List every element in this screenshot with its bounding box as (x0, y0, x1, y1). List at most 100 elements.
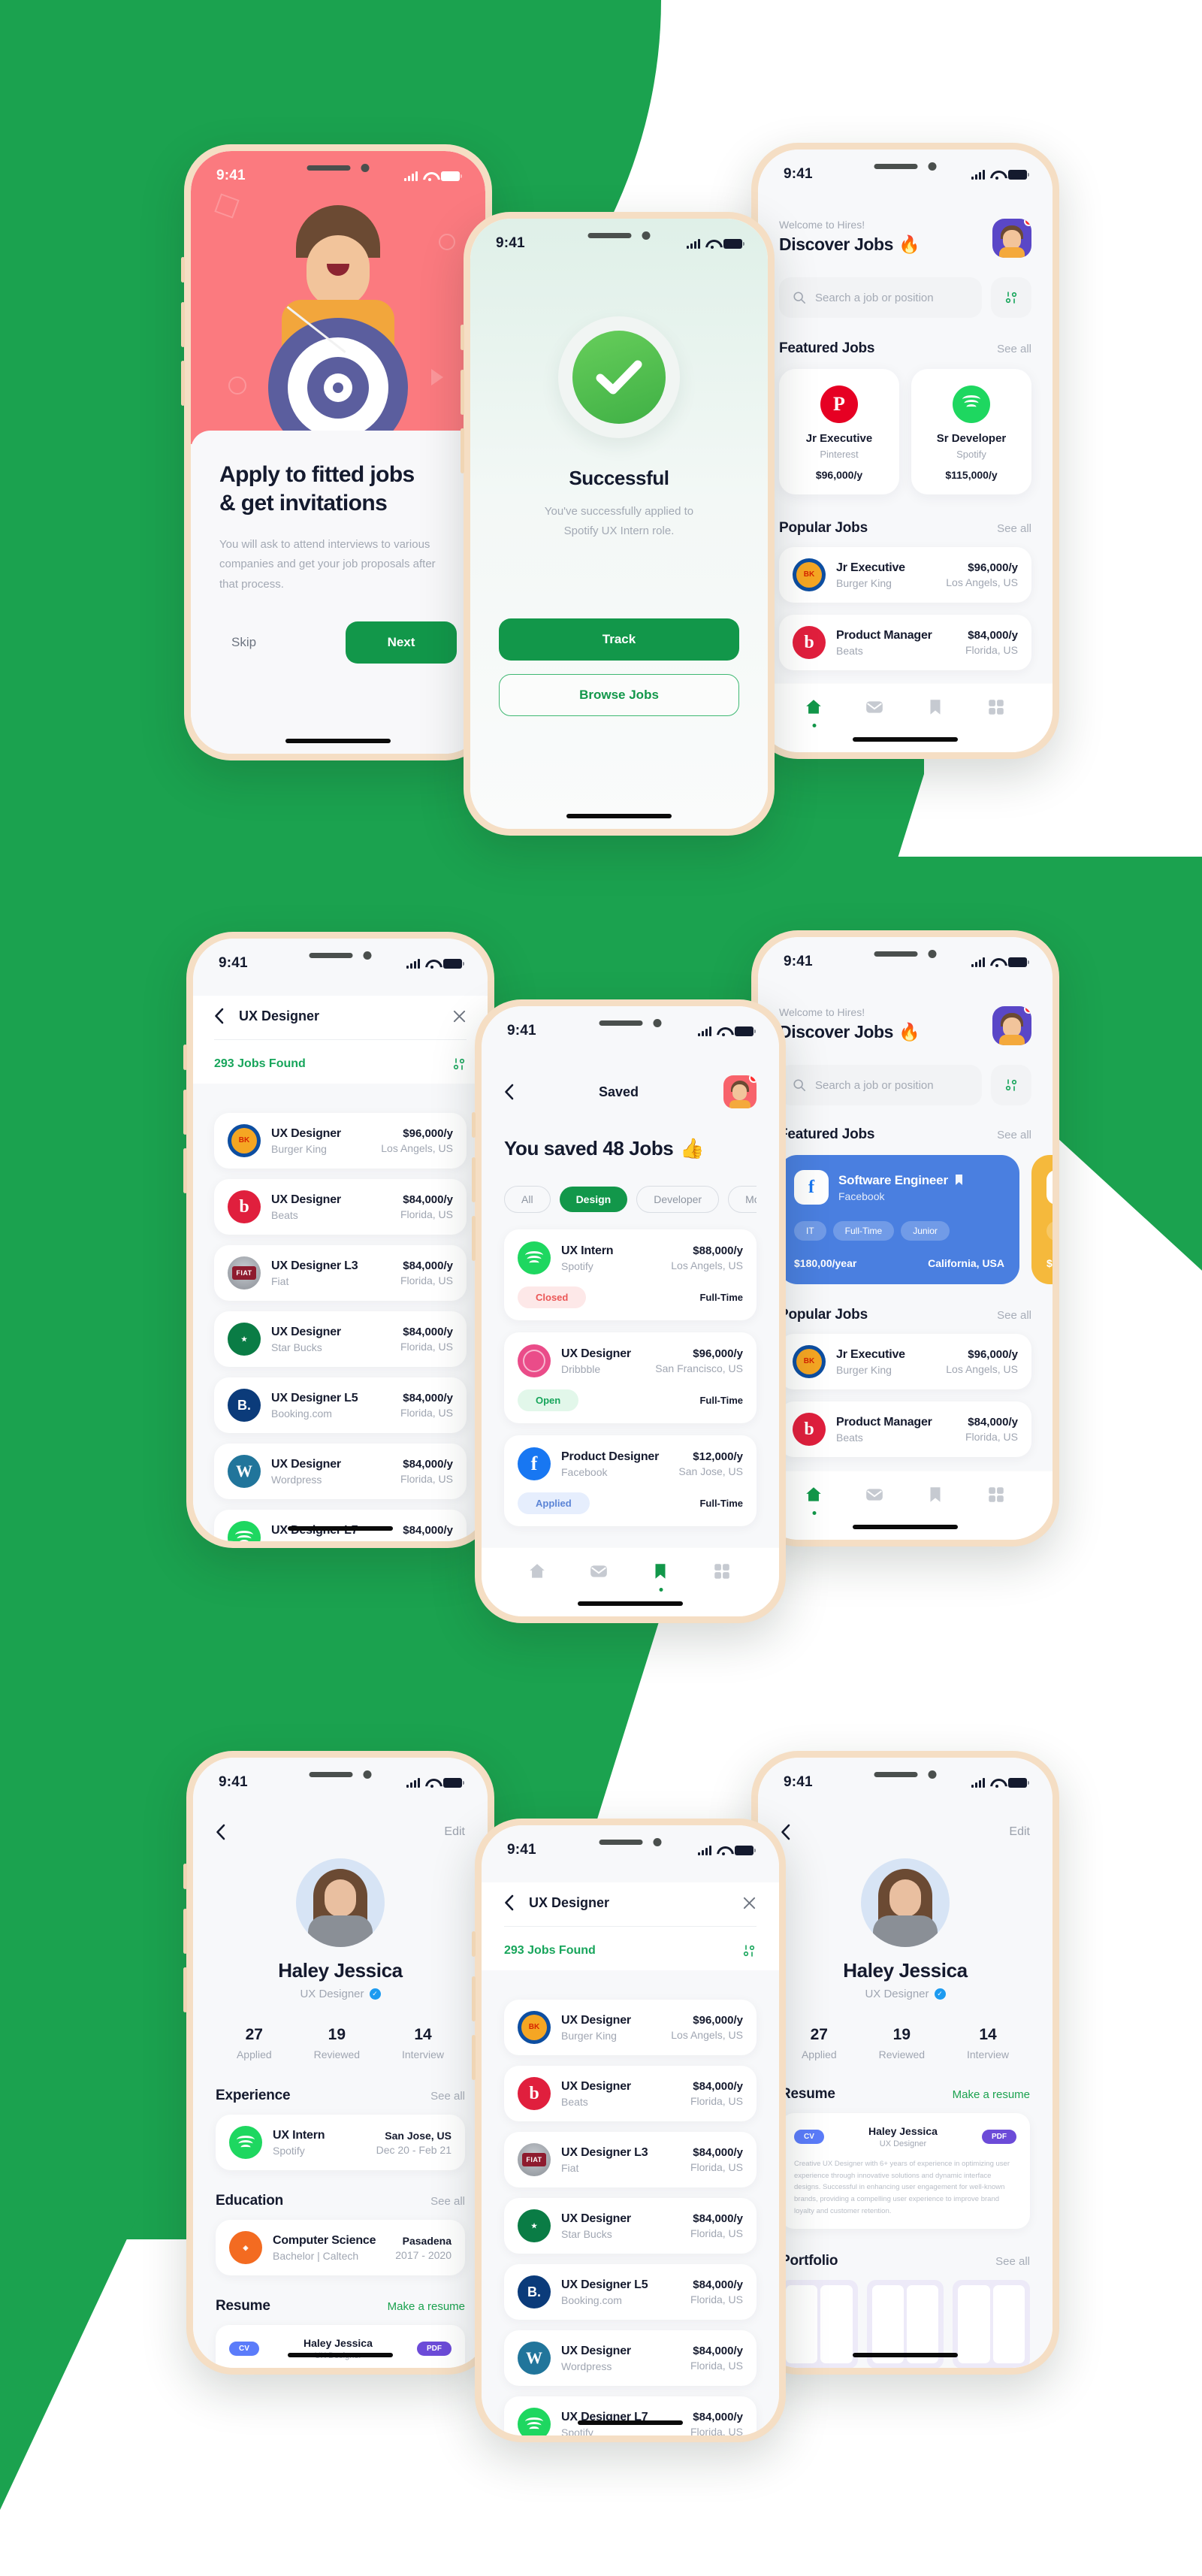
education-see-all[interactable]: See all (430, 2195, 465, 2208)
back-icon[interactable] (216, 1824, 225, 1840)
job-pay: $96,000/y (403, 1127, 453, 1140)
tab-home[interactable] (804, 697, 825, 727)
welcome-text: Welcome to Hires! (779, 219, 865, 231)
browse-jobs-button[interactable]: Browse Jobs (499, 674, 739, 716)
job-list-item[interactable]: FIAT UX Designer L3 Fiat $84,000/y Florida… (504, 2132, 757, 2187)
job-list-item[interactable]: BK Jr Executive Burger King $96,000/y Lo… (779, 547, 1031, 603)
tab-saved[interactable] (926, 1485, 947, 1506)
avatar[interactable] (723, 1075, 757, 1108)
filter-button[interactable] (991, 277, 1031, 318)
job-list-item[interactable]: B. UX Designer L5 Booking.com $84,000/y Fl… (504, 2264, 757, 2320)
job-list-item[interactable]: ★ UX Designer Star Bucks $84,000/y Florida… (504, 2198, 757, 2254)
battery-icon (443, 1777, 464, 1788)
page-title: Discover Jobs (779, 234, 894, 254)
job-tag: Full-Time (832, 1221, 895, 1241)
portfolio-item[interactable] (953, 2280, 1031, 2368)
back-icon[interactable] (504, 1084, 514, 1100)
notch (554, 219, 685, 241)
tab-home[interactable] (804, 1485, 825, 1515)
portfolio-item[interactable] (781, 2280, 858, 2368)
job-list-item[interactable]: ★ UX Designer Star Bucks $84,000/y Florida… (214, 1311, 467, 1367)
job-company: Spotify (561, 1259, 593, 1272)
job-list-item[interactable]: W UX Designer Wordpress $84,000/y Florida,… (504, 2330, 757, 2386)
job-pay: $84,000/y (403, 1259, 453, 1272)
tab-more[interactable] (712, 1562, 733, 1583)
job-list-item[interactable]: BK Jr Executive Burger King $96,000/y Los … (779, 1334, 1031, 1389)
experience-see-all[interactable]: See all (430, 2090, 465, 2103)
resume-card[interactable]: CV Haley Jessica UX Designer PDF Creativ… (216, 2325, 465, 2368)
avatar[interactable] (992, 219, 1031, 258)
filter-chip-design[interactable]: Design (559, 1187, 628, 1212)
job-location: San Jose, US (678, 1465, 743, 1477)
tab-messages[interactable] (865, 697, 886, 718)
skip-button[interactable]: Skip (219, 627, 268, 658)
filter-chip-all[interactable]: All (504, 1186, 551, 1213)
featured-big-card[interactable]: G Designer Google Design $160,00/year (1031, 1155, 1053, 1284)
job-list-item[interactable]: B. UX Designer L5 Booking.com $84,000/y Fl… (214, 1377, 467, 1433)
job-company: Star Bucks (271, 1341, 322, 1353)
back-icon[interactable] (504, 1894, 514, 1911)
saved-job-card[interactable]: f Product Designer Facebook $12,000/y San … (504, 1435, 757, 1526)
job-list-item[interactable]: b Product Manager Beats $84,000/y Florid… (779, 615, 1031, 670)
featured-job-card[interactable]: P Jr Executive Pinterest $96,000/y (779, 369, 899, 494)
signal-icon (406, 958, 420, 969)
filter-chip-developer[interactable]: Developer (636, 1186, 720, 1213)
job-list-item[interactable]: b UX Designer Beats $84,000/y Florida, US (214, 1179, 467, 1235)
back-icon[interactable] (781, 1824, 790, 1840)
filter-button[interactable] (991, 1065, 1031, 1105)
featured-job-pay: $160,00/year (1046, 1257, 1053, 1269)
job-list-item[interactable]: BK UX Designer Burger King $96,000/y Los A… (214, 1113, 467, 1169)
back-icon[interactable] (214, 1008, 224, 1024)
stat-label: Applied (801, 2048, 837, 2060)
search-input[interactable]: Search a job or position (779, 1065, 982, 1105)
job-pay: $84,000/y (693, 2278, 743, 2291)
make-resume-button[interactable]: Make a resume (388, 2300, 465, 2313)
featured-big-card[interactable]: f Software Engineer Facebook IT Full-Tim… (779, 1155, 1019, 1284)
education-item[interactable]: ◈ Computer Science Bachelor | Caltech Pas… (216, 2220, 465, 2275)
sort-icon[interactable] (741, 1943, 757, 1958)
next-button[interactable]: Next (346, 621, 457, 664)
portfolio-see-all[interactable]: See all (995, 2255, 1030, 2268)
track-button[interactable]: Track (499, 618, 739, 661)
tab-messages[interactable] (865, 1485, 886, 1506)
job-list-item[interactable]: UX Designer L7Spotify $84,000/yFlorida, … (504, 2396, 757, 2435)
job-location: Los Angels, US (946, 576, 1018, 588)
job-list-item[interactable]: b Product Manager Beats $84,000/y Florida,… (779, 1401, 1031, 1457)
featured-see-all[interactable]: See all (997, 1129, 1031, 1141)
tab-home[interactable] (527, 1562, 548, 1583)
popular-see-all[interactable]: See all (997, 1309, 1031, 1322)
job-list-item[interactable]: b UX Designer Beats $84,000/y Florida, US (504, 2066, 757, 2121)
featured-job-card[interactable]: Sr Developer Spotify $115,000/y (911, 369, 1031, 494)
bookmark-add-icon[interactable] (954, 1174, 965, 1187)
job-list-item[interactable]: FIAT UX Designer L3 Fiat $84,000/y Florida… (214, 1245, 467, 1301)
tab-saved[interactable] (926, 697, 947, 718)
job-title: UX Designer L5 (271, 1391, 358, 1404)
edit-button[interactable]: Edit (444, 1825, 465, 1839)
job-list-item[interactable]: W UX Designer Wordpress $84,000/y Florida,… (214, 1444, 467, 1499)
resume-card[interactable]: CV Haley Jessica UX Designer PDF Creativ… (781, 2113, 1030, 2230)
sort-icon[interactable] (452, 1057, 467, 1072)
job-list-item[interactable]: BK UX Designer Burger King $96,000/y Los A… (504, 2000, 757, 2055)
tab-saved[interactable] (651, 1562, 672, 1592)
filter-chip-more[interactable]: Mor (728, 1186, 757, 1213)
popular-see-all[interactable]: See all (997, 522, 1031, 535)
job-pay: $84,000/y (693, 2146, 743, 2159)
tab-more[interactable] (986, 697, 1007, 718)
avatar[interactable] (992, 1006, 1031, 1045)
tab-more[interactable] (986, 1485, 1007, 1506)
job-type: Full-Time (699, 1292, 743, 1303)
saved-job-card[interactable]: UX Intern Spotify $88,000/y Los Angels, US… (504, 1229, 757, 1320)
edit-button[interactable]: Edit (1009, 1825, 1030, 1839)
make-resume-button[interactable]: Make a resume (953, 2088, 1030, 2101)
search-input[interactable]: Search a job or position (779, 277, 982, 318)
close-icon[interactable] (742, 1896, 757, 1910)
job-list-item[interactable]: UX Designer L7Spotify $84,000/yFlorida, … (214, 1510, 467, 1541)
close-icon[interactable] (452, 1009, 467, 1023)
experience-company: Spotify (273, 2144, 305, 2157)
tab-messages[interactable] (589, 1562, 610, 1583)
saved-heading: You saved 48 Jobs (504, 1137, 674, 1160)
job-title: Product Designer (561, 1450, 660, 1463)
featured-see-all[interactable]: See all (997, 343, 1031, 355)
saved-job-card[interactable]: UX Designer Dribbble $96,000/y San Francis… (504, 1332, 757, 1423)
experience-item[interactable]: UX Intern Spotify San Jose, US Dec 20 - Fe… (216, 2115, 465, 2170)
